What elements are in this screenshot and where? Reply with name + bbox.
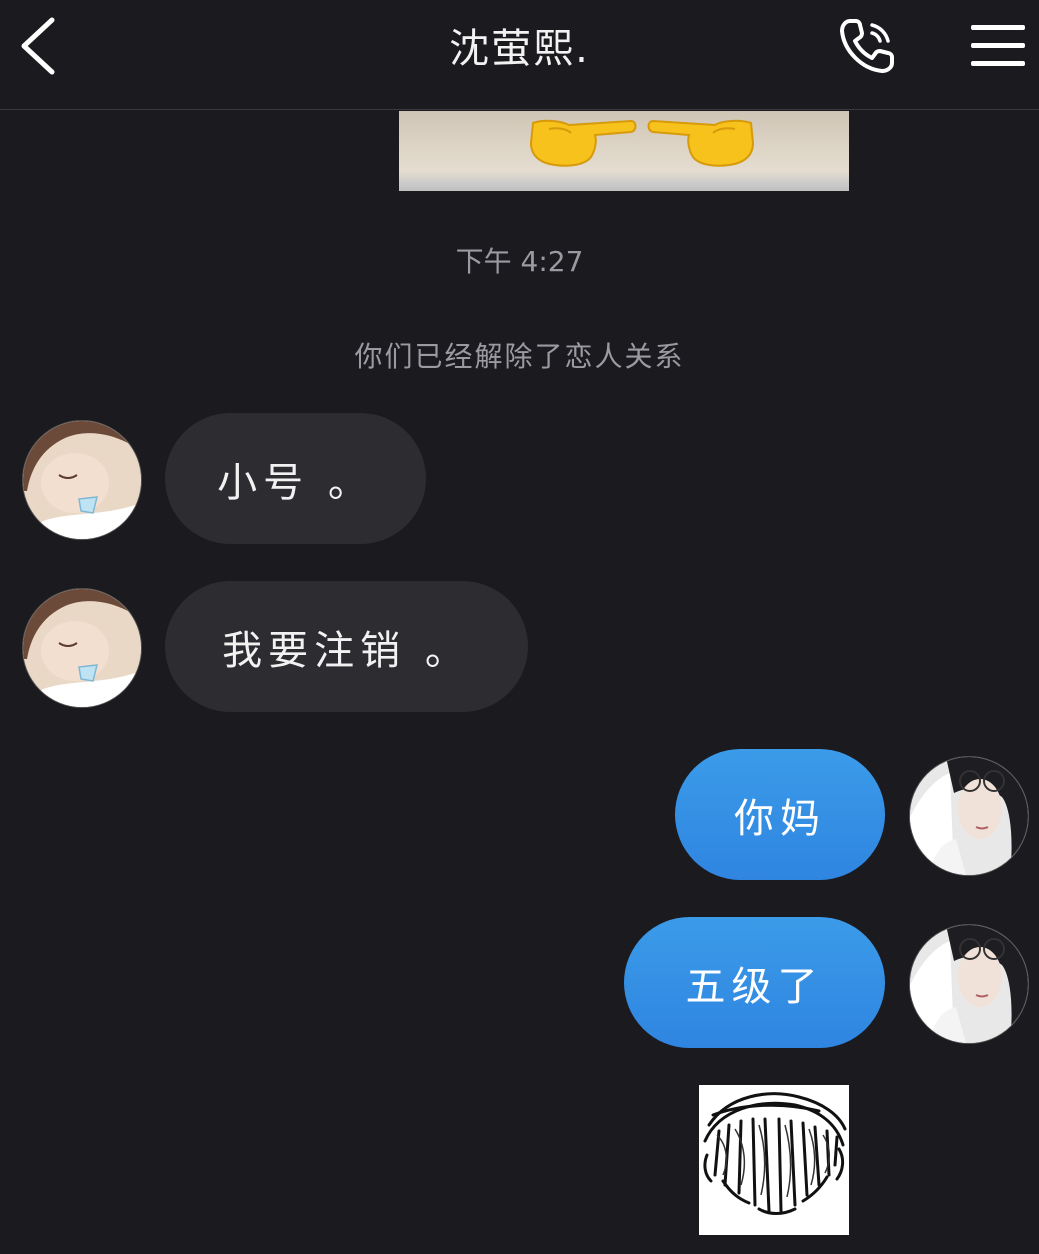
message-text: 我要注销 。	[222, 627, 471, 674]
sleeping-child-avatar-icon	[23, 589, 141, 707]
system-notice: 你们已经解除了恋人关系	[354, 340, 685, 373]
message-bubble-incoming[interactable]: 小号 。	[165, 413, 426, 544]
sticker-image-pointing-hands[interactable]	[399, 111, 849, 191]
contact-avatar[interactable]	[22, 420, 142, 540]
sleeping-child-avatar-icon	[23, 421, 141, 539]
chat-header: 沈萤熙.	[0, 0, 1039, 110]
phone-icon[interactable]	[836, 15, 900, 77]
girl-with-glasses-avatar-icon	[910, 925, 1028, 1043]
hamburger-menu-icon[interactable]	[968, 22, 1028, 68]
message-text: 你妈	[734, 795, 826, 842]
contact-avatar[interactable]	[22, 588, 142, 708]
user-avatar[interactable]	[909, 756, 1029, 876]
user-avatar[interactable]	[909, 924, 1029, 1044]
girl-with-glasses-avatar-icon	[910, 757, 1028, 875]
scribble-hair-icon	[703, 1092, 847, 1215]
message-text: 五级了	[685, 963, 824, 1010]
message-text: 小号 。	[217, 459, 374, 506]
pointing-hands-icon	[529, 119, 755, 167]
message-bubble-outgoing[interactable]: 五级了	[624, 917, 885, 1048]
message-bubble-incoming[interactable]: 我要注销 。	[165, 581, 528, 712]
sticker-image-scribble-hair[interactable]	[699, 1085, 849, 1235]
message-timestamp: 下午 4:27	[455, 245, 584, 278]
message-bubble-outgoing[interactable]: 你妈	[675, 749, 885, 880]
